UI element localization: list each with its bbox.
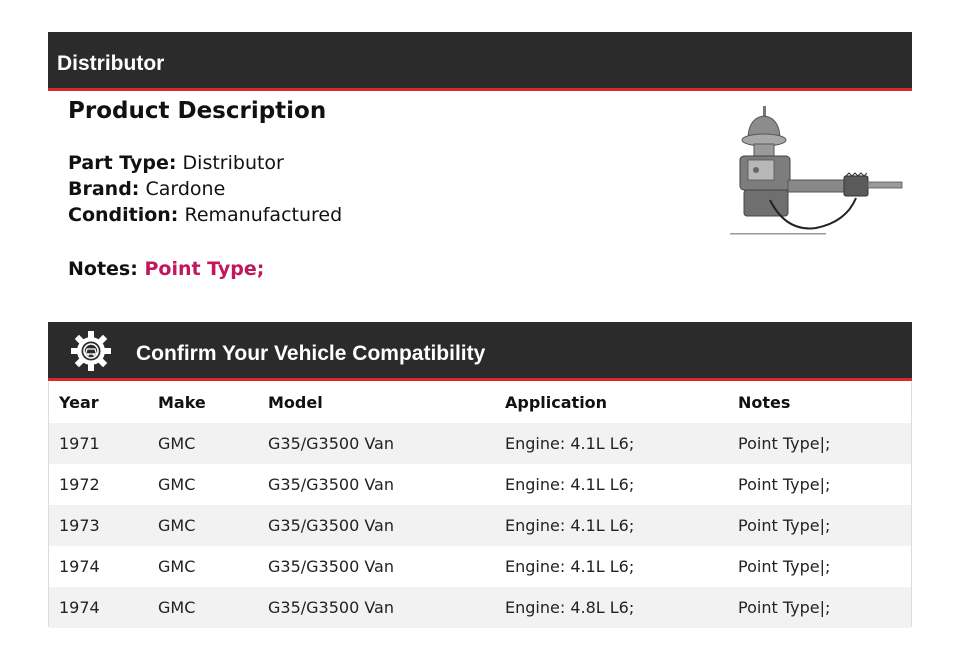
column-header-notes: Notes — [738, 392, 791, 412]
cell-notes: Point Type|; — [738, 423, 911, 464]
table-row: 1973 GMC G35/G3500 Van Engine: 4.1L L6; … — [49, 505, 911, 546]
product-title: Distributor — [57, 52, 165, 75]
cell-model: G35/G3500 Van — [268, 587, 505, 628]
cell-model: G35/G3500 Van — [268, 557, 394, 576]
cell-year: 1973 — [49, 505, 158, 546]
notes-row: Notes: Point Type; — [68, 256, 264, 282]
table-row: 1971 GMC G35/G3500 Van Engine: 4.1L L6; … — [49, 423, 911, 464]
product-header-bar: Distributor — [48, 32, 912, 91]
column-header-year: Year — [59, 392, 99, 412]
cell-year: 1974 — [59, 557, 100, 576]
cell-notes: Point Type|; — [738, 587, 911, 628]
part-type-label: Part Type: — [68, 152, 177, 174]
product-description-heading: Product Description — [68, 98, 327, 124]
cell-application: Engine: 4.8L L6; — [505, 587, 738, 628]
table-row: 1974 GMC G35/G3500 Van Engine: 4.1L L6; … — [49, 546, 911, 587]
part-type-row: Part Type: Distributor — [68, 150, 284, 176]
brand-row: Brand: Cardone — [68, 176, 225, 202]
table-row: 1974 GMC G35/G3500 Van Engine: 4.8L L6; … — [49, 587, 911, 628]
compatibility-header-bar: Confirm Your Vehicle Compatibility — [48, 322, 912, 381]
distributor-product-image — [730, 106, 903, 235]
cell-model: G35/G3500 Van — [268, 423, 505, 464]
compatibility-table-container: Year Make Model Application Notes 1971 G… — [48, 381, 912, 628]
compatibility-title: Confirm Your Vehicle Compatibility — [136, 342, 486, 365]
cell-year: 1971 — [49, 423, 158, 464]
cell-notes: Point Type|; — [738, 475, 831, 494]
part-type-value: Distributor — [182, 152, 284, 174]
cell-make: GMC — [158, 505, 268, 546]
cell-make: GMC — [158, 423, 268, 464]
brand-value: Cardone — [145, 178, 226, 200]
cell-notes: Point Type|; — [738, 557, 831, 576]
column-header-application: Application — [505, 392, 608, 412]
cell-application: Engine: 4.1L L6; — [505, 423, 738, 464]
column-header-make: Make — [158, 392, 206, 412]
cell-make: GMC — [158, 557, 196, 576]
column-header-model: Model — [268, 392, 323, 412]
notes-value: Point Type; — [144, 258, 265, 280]
cell-year: 1974 — [49, 587, 158, 628]
cell-notes: Point Type|; — [738, 505, 911, 546]
gear-car-icon — [71, 331, 111, 371]
table-header-row: Year Make Model Application Notes — [49, 381, 911, 423]
cell-application: Engine: 4.1L L6; — [505, 475, 635, 494]
brand-label: Brand: — [68, 178, 140, 200]
cell-make: GMC — [158, 587, 268, 628]
cell-application: Engine: 4.1L L6; — [505, 505, 738, 546]
notes-label: Notes: — [68, 258, 138, 280]
cell-year: 1972 — [59, 475, 100, 494]
cell-model: G35/G3500 Van — [268, 505, 505, 546]
cell-make: GMC — [158, 475, 196, 494]
condition-row: Condition: Remanufactured — [68, 202, 342, 228]
condition-value: Remanufactured — [184, 204, 343, 226]
condition-label: Condition: — [68, 204, 179, 226]
cell-model: G35/G3500 Van — [268, 475, 394, 494]
table-row: 1972 GMC G35/G3500 Van Engine: 4.1L L6; … — [49, 464, 911, 505]
cell-application: Engine: 4.1L L6; — [505, 557, 635, 576]
compatibility-table: Year Make Model Application Notes 1971 G… — [49, 381, 911, 628]
